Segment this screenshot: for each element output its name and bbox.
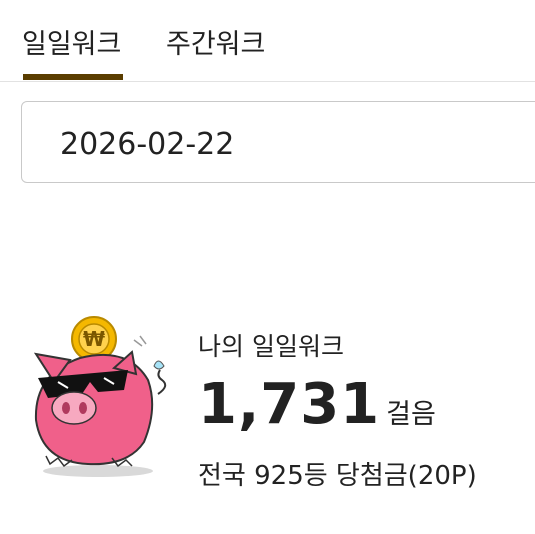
rank-value: 925등: [254, 461, 328, 491]
prize-value: 당첨금(20P): [335, 461, 477, 491]
steps-unit: 걸음: [386, 399, 436, 430]
date-picker-field[interactable]: 2026-02-22: [21, 101, 535, 183]
date-value: 2026-02-22: [60, 127, 235, 162]
steps-count-row: 1,731 걸음: [198, 372, 436, 437]
my-daily-walk-label: 나의 일일워크: [198, 332, 344, 361]
rank-prize-line: 전국 925등 당첨금(20P): [198, 455, 477, 492]
svg-text:₩: ₩: [83, 327, 105, 351]
active-tab-indicator: [23, 74, 123, 80]
tab-daily-walk[interactable]: 일일워크: [22, 22, 121, 61]
pig-coin-icon: ₩: [33, 316, 167, 477]
tab-weekly-walk[interactable]: 주간워크: [166, 22, 265, 61]
rank-prefix: 전국: [198, 461, 246, 491]
steps-count: 1,731: [198, 372, 381, 437]
tab-bar: 일일워크 주간워크: [0, 0, 535, 82]
